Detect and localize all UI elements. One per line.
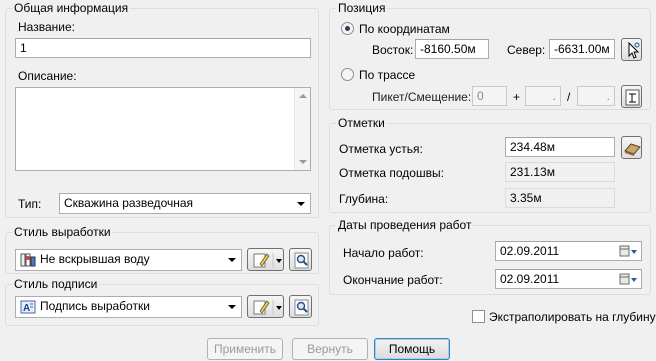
east-label: Восток: [372,43,414,57]
edit-mining-style-button[interactable] [247,248,284,271]
end-date-label: Окончание работ: [343,273,443,287]
collar-input[interactable]: 234.48м [505,137,615,157]
pick-point-button[interactable] [621,38,642,61]
mining-style-legend: Стиль выработки [12,225,113,239]
description-scrollbar[interactable] [294,88,310,170]
label-style-icon: A [20,300,36,314]
general-info-legend: Общая информация [12,1,131,15]
description-label: Описание: [18,69,77,83]
depth-label: Глубина: [339,192,389,206]
end-date-value: 02.09.2011 [500,272,560,286]
slash-sign: / [567,90,571,104]
calendar-dropdown-icon[interactable] [619,244,639,259]
label-style-legend: Стиль подписи [12,277,100,291]
extrapolate-checkbox[interactable] [472,310,485,323]
depth-value: 3.35м [505,188,615,208]
north-label: Север: [507,43,546,57]
help-button[interactable]: Помощь [374,338,450,360]
offset-input[interactable]: . [525,86,561,106]
by-coords-radio[interactable] [341,22,354,35]
calendar-dropdown-icon[interactable] [619,272,639,287]
name-input[interactable]: 1 [15,38,311,58]
east-input[interactable]: -8160.50м [415,39,489,59]
scroll-down-arrow-icon[interactable] [299,160,307,164]
plus-sign: + [513,90,521,104]
extrapolate-label[interactable]: Экстраполировать на глубину [489,310,656,324]
svg-text:A: A [23,303,30,314]
dates-legend: Даты проведения работ [336,218,474,232]
end-date-picker[interactable]: 02.09.2011 [495,269,642,289]
chevron-down-icon[interactable] [223,297,241,317]
type-select[interactable]: Скважина разведочная [59,193,311,214]
picket-label: Пикет/Смещение: [372,90,472,104]
apply-button[interactable]: Применить [207,338,283,360]
label-style-select[interactable]: A Подпись выработки [15,296,242,318]
chevron-down-icon[interactable] [292,194,310,213]
position-legend: Позиция [336,1,388,15]
scroll-up-arrow-icon[interactable] [299,94,307,98]
marks-legend: Отметки [336,116,387,130]
preview-label-style-button[interactable] [289,295,312,318]
edit-pencil-icon [253,253,282,268]
route-icon [625,89,640,106]
bottom-label: Отметка подошвы: [339,166,444,180]
by-coords-label[interactable]: По координатам [359,22,450,36]
bottom-value: 231.13м [505,162,615,182]
description-textarea[interactable] [15,87,311,171]
type-label: Тип: [18,197,42,211]
name-label: Название: [18,20,75,34]
chevron-down-icon[interactable] [223,250,241,270]
by-route-label[interactable]: По трассе [359,68,415,82]
edit-label-style-button[interactable] [247,295,284,318]
well-style-icon [20,253,36,267]
revert-button[interactable]: Вернуть [292,338,368,360]
surface-icon [624,143,641,156]
type-select-value: Скважина разведочная [64,196,194,210]
pick-route-button[interactable] [621,85,642,108]
label-style-value: Подпись выработки [40,299,150,313]
collar-label: Отметка устья: [339,142,423,156]
mining-style-select[interactable]: Не вскрывшая воду [15,249,242,271]
picket-input[interactable]: 0 [472,86,507,106]
start-date-value: 02.09.2011 [500,244,560,258]
north-input[interactable]: -6631.00м [549,39,615,59]
by-route-radio[interactable] [341,68,354,81]
offset-input-2[interactable]: . [577,86,615,106]
magnifier-icon [294,299,309,316]
start-date-label: Начало работ: [343,246,424,260]
edit-pencil-icon [253,300,282,315]
pick-elevation-button[interactable] [621,136,642,159]
preview-mining-style-button[interactable] [289,248,312,271]
mining-style-value: Не вскрывшая воду [40,252,150,266]
pick-cursor-icon [628,41,640,59]
magnifier-icon [294,252,309,269]
start-date-picker[interactable]: 02.09.2011 [495,241,642,261]
